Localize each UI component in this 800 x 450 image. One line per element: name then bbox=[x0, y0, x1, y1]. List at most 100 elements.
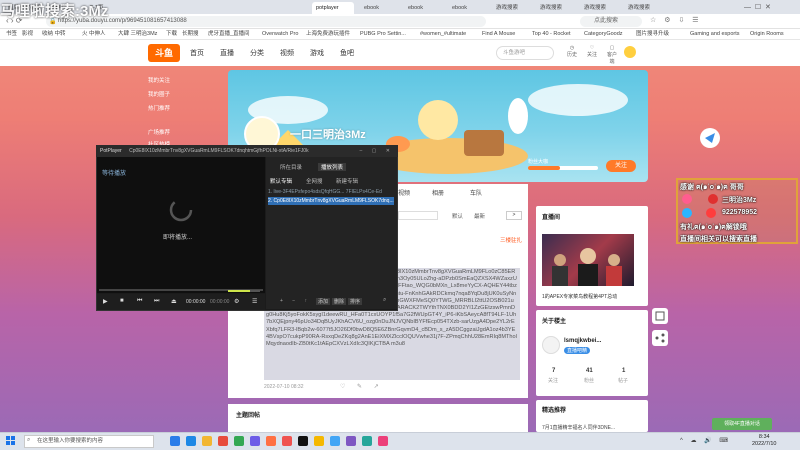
playlist-sort-button[interactable]: 排序 bbox=[348, 298, 363, 305]
anchor-name[interactable]: lsmqjkwbei... bbox=[564, 338, 601, 344]
edit-icon[interactable] bbox=[652, 308, 668, 324]
anchor-card-avatar[interactable] bbox=[542, 336, 560, 354]
stop-icon[interactable]: ■ bbox=[120, 298, 124, 304]
play-icon[interactable]: ▶ bbox=[103, 298, 108, 305]
bookmark[interactable]: 下载 bbox=[166, 30, 177, 39]
site-search-input[interactable]: 斗鱼游吧 bbox=[496, 46, 554, 60]
sidebar-item[interactable]: 我的关注 bbox=[148, 76, 170, 84]
taskview-icon[interactable] bbox=[170, 436, 180, 446]
client-icon[interactable]: ▢ 客户端 bbox=[606, 45, 618, 65]
bell-icon[interactable] bbox=[624, 46, 636, 58]
settings-icon[interactable]: ⚙ bbox=[234, 298, 239, 305]
go-button[interactable]: > bbox=[506, 211, 522, 220]
menu-icon[interactable]: ☰ bbox=[252, 298, 257, 305]
app-icon[interactable] bbox=[218, 436, 228, 446]
bookmark[interactable]: 图片搜寻升级 bbox=[636, 30, 669, 39]
obs-icon[interactable] bbox=[298, 436, 308, 446]
app-icon[interactable] bbox=[362, 436, 372, 446]
app-icon[interactable] bbox=[250, 436, 260, 446]
explorer-icon[interactable] bbox=[202, 436, 212, 446]
browser-tab[interactable]: ebook bbox=[360, 2, 398, 14]
post-filter-input[interactable] bbox=[398, 211, 438, 220]
share-network-icon[interactable] bbox=[652, 330, 668, 346]
url-field[interactable]: https://yuba.douyu.com/p/969451081657413… bbox=[46, 16, 486, 27]
taskbar-clock[interactable]: 8:34 2022/7/10 bbox=[752, 434, 776, 448]
sidebar-item[interactable]: 广场推荐 bbox=[148, 128, 170, 136]
sort-option[interactable]: 最新 bbox=[474, 212, 485, 220]
extension-icons[interactable]: ☆ ⚙ ⇩ ☰ bbox=[650, 16, 702, 24]
sort-option[interactable]: 默认 bbox=[452, 212, 463, 220]
window-controls[interactable]: — ☐ ✕ bbox=[744, 3, 771, 11]
bookmark[interactable]: 书签 bbox=[6, 30, 17, 39]
nav-live[interactable]: 直播 bbox=[220, 48, 234, 58]
playlist-subtab[interactable]: 全网搜 bbox=[306, 177, 323, 185]
bookmark[interactable]: 影视 bbox=[22, 30, 33, 39]
browser-tab[interactable]: 游戏搜索 bbox=[492, 2, 530, 14]
browser-tab[interactable]: ebook bbox=[448, 2, 486, 14]
bookmark[interactable]: 上海免费游玩插件 bbox=[306, 30, 350, 39]
post-action-icons[interactable]: ♡ ✎ ↗ bbox=[340, 383, 384, 390]
next-icon[interactable]: ⏭ bbox=[154, 298, 159, 305]
app-icon[interactable] bbox=[378, 436, 388, 446]
browser-tab-active[interactable]: potplayer bbox=[312, 2, 354, 14]
app-icon[interactable] bbox=[282, 436, 292, 446]
potplayer-taskbar-icon[interactable] bbox=[314, 436, 324, 446]
app-icon[interactable] bbox=[330, 436, 340, 446]
app-icon[interactable] bbox=[266, 436, 276, 446]
playlist-subtab[interactable]: 新建专辑 bbox=[336, 177, 358, 185]
nav-home[interactable]: 首页 bbox=[190, 48, 204, 58]
tab-video[interactable]: 视频 bbox=[398, 188, 410, 197]
browser-tab[interactable]: 游戏搜索 bbox=[580, 2, 618, 14]
browser-tab[interactable]: 游戏搜索 bbox=[536, 2, 574, 14]
chrome-icon[interactable] bbox=[234, 436, 244, 446]
browser-tab[interactable]: 游戏搜索 bbox=[624, 2, 662, 14]
playlist-search-icon[interactable]: ⌕ bbox=[383, 297, 386, 304]
bookmark[interactable]: Top 40 - Rocket bbox=[532, 30, 571, 39]
playlist-item-selected[interactable]: 2. Cp0E8IX10zMmbrTnv8gXVGuaRmLM9FLSOK7dn… bbox=[268, 197, 394, 205]
playlist-item[interactable]: 1. live-3F4EPsfepo4sdsQfqHGG... 7FIELPs4… bbox=[268, 188, 394, 196]
nav-game[interactable]: 游戏 bbox=[310, 48, 324, 58]
tab-album[interactable]: 相册 bbox=[432, 188, 444, 197]
playlist-subtab[interactable]: 默认专辑 bbox=[270, 177, 292, 185]
windows-start-icon[interactable] bbox=[6, 436, 16, 446]
sidebar-item[interactable]: 热门推荐 bbox=[148, 104, 170, 112]
playlist-tab-folder[interactable]: 所在目录 bbox=[280, 163, 302, 171]
browser-tab[interactable]: ebook bbox=[404, 2, 442, 14]
playlist-add-button[interactable]: 添加 bbox=[316, 298, 331, 305]
live-thumbnail[interactable] bbox=[542, 234, 634, 286]
chat-notice[interactable]: 领取4F直播对话 bbox=[712, 418, 772, 430]
bookmark[interactable]: 收纳 中转 bbox=[42, 30, 66, 39]
volume-slider[interactable] bbox=[228, 290, 260, 292]
bookmark[interactable]: Overwatch Pro bbox=[262, 30, 298, 39]
browser-search-input[interactable]: 点此搜索 bbox=[580, 16, 642, 27]
share-icon[interactable] bbox=[700, 128, 720, 148]
floor-link[interactable]: 三楼驻扎 bbox=[500, 236, 522, 244]
bookmark[interactable]: 虎牙直播_直播间 bbox=[208, 30, 250, 39]
bookmark[interactable]: #women_#ultimate bbox=[420, 30, 466, 39]
app-icon[interactable] bbox=[346, 436, 356, 446]
taskbar-search-input[interactable]: 在这里输入你要搜索的内容 bbox=[24, 435, 154, 448]
follow-icon[interactable]: ♡ 关注 bbox=[586, 45, 598, 58]
potplayer-window-controls[interactable]: – ▢ ✕ bbox=[360, 145, 394, 157]
live-caption[interactable]: 1的APEX专家菜鸟教程第4PT总动 bbox=[542, 293, 646, 300]
nav-yuba[interactable]: 鱼吧 bbox=[340, 48, 354, 58]
site-logo[interactable]: 斗鱼 bbox=[148, 44, 180, 62]
tab-team[interactable]: 车队 bbox=[470, 188, 482, 197]
edge-icon[interactable] bbox=[186, 436, 196, 446]
tray-icons[interactable]: ^ ☁ 🔊 ⌨ bbox=[680, 437, 731, 444]
potplayer-video-area[interactable] bbox=[97, 157, 265, 293]
bookmark[interactable]: CategoryGoodz bbox=[584, 30, 623, 39]
bookmark[interactable]: Find A Mouse bbox=[482, 30, 515, 39]
recommend-item[interactable]: 7月1直播精辛福名人同伴3DNE... bbox=[542, 424, 646, 431]
bookmark[interactable]: 火 中伸人 bbox=[82, 30, 106, 39]
subscribe-button[interactable]: 关注 bbox=[606, 160, 636, 172]
nav-category[interactable]: 分类 bbox=[250, 48, 264, 58]
bookmark[interactable]: 大肆 三明治3Mz bbox=[118, 30, 157, 39]
nav-video[interactable]: 视频 bbox=[280, 48, 294, 58]
history-icon[interactable]: ◷ 历史 bbox=[566, 45, 578, 58]
playlist-tab-playlist[interactable]: 播放列表 bbox=[318, 163, 347, 171]
playlist-delete-button[interactable]: 删除 bbox=[332, 298, 347, 305]
bookmark[interactable]: Origin Rooms bbox=[750, 30, 784, 39]
bookmark[interactable]: PUBG Pro Settin... bbox=[360, 30, 406, 39]
bookmark[interactable]: 长期搜 bbox=[182, 30, 199, 39]
